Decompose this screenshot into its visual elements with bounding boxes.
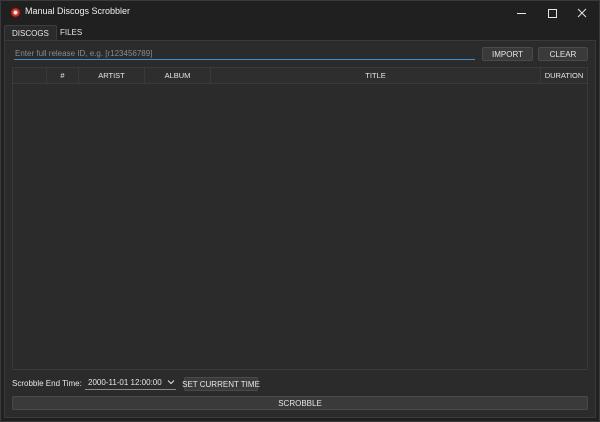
chevron-down-icon[interactable] (167, 378, 175, 386)
close-icon (577, 8, 587, 18)
scrobble-end-time-value: 2000-11-01 12:00:00 (88, 378, 162, 387)
tab-files[interactable]: FILES (53, 25, 89, 41)
app-record-icon (10, 7, 21, 18)
window-title: Manual Discogs Scrobbler (25, 6, 131, 16)
maximize-icon (547, 8, 557, 18)
column-header-artist[interactable]: ARTIST (78, 68, 144, 83)
table-header: # ARTIST ALBUM TITLE DURATION (13, 68, 587, 84)
set-current-time-button[interactable]: SET CURRENT TIME (182, 377, 260, 391)
scrobble-end-time-picker[interactable]: 2000-11-01 12:00:00 (85, 376, 176, 390)
column-header-duration[interactable]: DURATION (540, 68, 587, 83)
minimize-icon (516, 12, 526, 14)
tab-discogs[interactable]: DISCOGS (4, 25, 57, 41)
import-button[interactable]: IMPORT (482, 47, 533, 61)
maximize-button[interactable] (535, 1, 569, 25)
release-id-input[interactable] (14, 47, 475, 60)
column-header-album[interactable]: ALBUM (144, 68, 210, 83)
clear-button[interactable]: CLEAR (538, 47, 588, 61)
close-button[interactable] (565, 1, 599, 25)
column-header-title[interactable]: TITLE (210, 68, 540, 83)
minimize-button[interactable] (504, 1, 538, 25)
column-header-select[interactable] (13, 68, 46, 83)
title-bar[interactable]: Manual Discogs Scrobbler (1, 1, 599, 25)
scrobble-button[interactable]: SCROBBLE (12, 396, 588, 410)
tracklist-table[interactable]: # ARTIST ALBUM TITLE DURATION (12, 67, 588, 370)
app-window: Manual Discogs Scrobbler DISCOGS FILES I… (0, 0, 600, 422)
column-header-number[interactable]: # (46, 68, 78, 83)
scrobble-end-time-label: Scrobble End Time: (12, 379, 82, 388)
